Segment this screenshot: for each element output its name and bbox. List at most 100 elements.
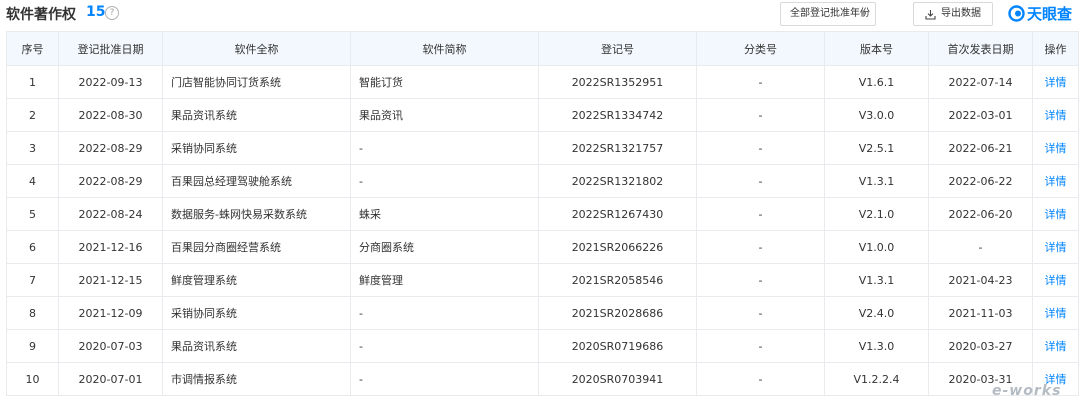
approval-date: 2021-12-15: [58, 263, 163, 297]
registration-number: 2021SR2066226: [538, 230, 697, 264]
table-row: 7 2021-12-15 鲜度管理系统 鲜度管理 2021SR2058546 -…: [6, 263, 1079, 297]
registration-number: 2022SR1334742: [538, 98, 697, 132]
software-full-name: 门店智能协同订货系统: [162, 65, 351, 99]
year-filter-label: 全部登记批准年份: [790, 8, 870, 19]
approval-date: 2020-07-03: [58, 329, 163, 363]
details-link[interactable]: 详情: [1045, 208, 1067, 221]
details-link[interactable]: 详情: [1045, 340, 1067, 353]
software-short-name: -: [350, 296, 539, 330]
software-full-name: 百果园总经理驾驶舱系统: [162, 164, 351, 198]
software-short-name: 果品资讯: [350, 98, 539, 132]
first-publish-date: 2022-06-21: [928, 131, 1033, 165]
version-number: V1.0.0: [824, 230, 929, 264]
details-cell: 详情: [1032, 329, 1079, 363]
details-link[interactable]: 详情: [1045, 307, 1067, 320]
row-number: 8: [6, 296, 59, 330]
classification-number: -: [696, 329, 825, 363]
table-row: 1 2022-09-13 门店智能协同订货系统 智能订货 2022SR13529…: [6, 65, 1079, 99]
version-number: V2.5.1: [824, 131, 929, 165]
export-data-label: 导出数据: [941, 8, 981, 19]
column-header: 登记号: [538, 31, 697, 66]
first-publish-date: -: [928, 230, 1033, 264]
details-cell: 详情: [1032, 230, 1079, 264]
details-link[interactable]: 详情: [1045, 241, 1067, 254]
details-link[interactable]: 详情: [1045, 142, 1067, 155]
watermark: e-works: [992, 383, 1062, 399]
details-cell: 详情: [1032, 98, 1079, 132]
registration-number: 2020SR0719686: [538, 329, 697, 363]
approval-date: 2022-08-29: [58, 131, 163, 165]
classification-number: -: [696, 197, 825, 231]
registration-number: 2021SR2028686: [538, 296, 697, 330]
column-header: 操作: [1032, 31, 1079, 66]
row-number: 6: [6, 230, 59, 264]
approval-date: 2022-08-30: [58, 98, 163, 132]
details-link[interactable]: 详情: [1045, 76, 1067, 89]
version-number: V1.6.1: [824, 65, 929, 99]
row-number: 9: [6, 329, 59, 363]
version-number: V1.3.1: [824, 263, 929, 297]
registration-number: 2022SR1267430: [538, 197, 697, 231]
row-number: 10: [6, 362, 59, 396]
software-full-name: 鲜度管理系统: [162, 263, 351, 297]
first-publish-date: 2022-07-14: [928, 65, 1033, 99]
approval-date: 2022-08-29: [58, 164, 163, 198]
table-row: 10 2020-07-01 市调情报系统 - 2020SR0703941 - V…: [6, 362, 1079, 396]
first-publish-date: 2022-06-22: [928, 164, 1033, 198]
software-short-name: -: [350, 164, 539, 198]
table-row: 4 2022-08-29 百果园总经理驾驶舱系统 - 2022SR1321802…: [6, 164, 1079, 198]
row-number: 1: [6, 65, 59, 99]
classification-number: -: [696, 131, 825, 165]
table-row: 3 2022-08-29 采销协同系统 - 2022SR1321757 - V2…: [6, 131, 1079, 165]
details-link[interactable]: 详情: [1045, 109, 1067, 122]
help-icon[interactable]: ?: [105, 6, 119, 20]
registration-number: 2022SR1321802: [538, 164, 697, 198]
column-header: 版本号: [824, 31, 929, 66]
first-publish-date: 2021-04-23: [928, 263, 1033, 297]
first-publish-date: 2021-11-03: [928, 296, 1033, 330]
details-link[interactable]: 详情: [1045, 175, 1067, 188]
version-number: V2.1.0: [824, 197, 929, 231]
table-header-row: 序号 登记批准日期 软件全称 软件简称 登记号 分类号 版本号 首次发表日期 操…: [6, 31, 1079, 66]
registration-number: 2022SR1352951: [538, 65, 697, 99]
details-cell: 详情: [1032, 197, 1079, 231]
details-cell: 详情: [1032, 131, 1079, 165]
details-cell: 详情: [1032, 296, 1079, 330]
export-data-button[interactable]: 导出数据: [913, 2, 993, 26]
registration-number: 2021SR2058546: [538, 263, 697, 297]
eye-logo-icon: [1008, 5, 1025, 22]
first-publish-date: 2020-03-27: [928, 329, 1033, 363]
classification-number: -: [696, 98, 825, 132]
classification-number: -: [696, 230, 825, 264]
software-full-name: 数据服务-蛛网快易采数系统: [162, 197, 351, 231]
classification-number: -: [696, 362, 825, 396]
table-row: 8 2021-12-09 采销协同系统 - 2021SR2028686 - V2…: [6, 296, 1079, 330]
year-filter-dropdown[interactable]: 全部登记批准年份: [780, 2, 876, 26]
software-full-name: 采销协同系统: [162, 131, 351, 165]
column-header: 分类号: [696, 31, 825, 66]
details-cell: 详情: [1032, 263, 1079, 297]
first-publish-date: 2022-03-01: [928, 98, 1033, 132]
column-header: 首次发表日期: [928, 31, 1033, 66]
column-header: 序号: [6, 31, 59, 66]
version-number: V3.0.0: [824, 98, 929, 132]
registration-number: 2022SR1321757: [538, 131, 697, 165]
version-number: V1.2.2.4: [824, 362, 929, 396]
software-short-name: -: [350, 329, 539, 363]
software-full-name: 果品资讯系统: [162, 329, 351, 363]
registration-number: 2020SR0703941: [538, 362, 697, 396]
software-short-name: 鲜度管理: [350, 263, 539, 297]
details-link[interactable]: 详情: [1045, 274, 1067, 287]
software-short-name: 蛛采: [350, 197, 539, 231]
row-number: 7: [6, 263, 59, 297]
first-publish-date: 2022-06-20: [928, 197, 1033, 231]
version-number: V1.3.0: [824, 329, 929, 363]
software-short-name: -: [350, 362, 539, 396]
details-cell: 详情: [1032, 164, 1079, 198]
classification-number: -: [696, 164, 825, 198]
details-cell: 详情: [1032, 65, 1079, 99]
chevron-down-icon: [860, 12, 866, 16]
table-row: 6 2021-12-16 百果园分商圈经营系统 分商圈系统 2021SR2066…: [6, 230, 1079, 264]
table-row: 9 2020-07-03 果品资讯系统 - 2020SR0719686 - V1…: [6, 329, 1079, 363]
approval-date: 2020-07-01: [58, 362, 163, 396]
